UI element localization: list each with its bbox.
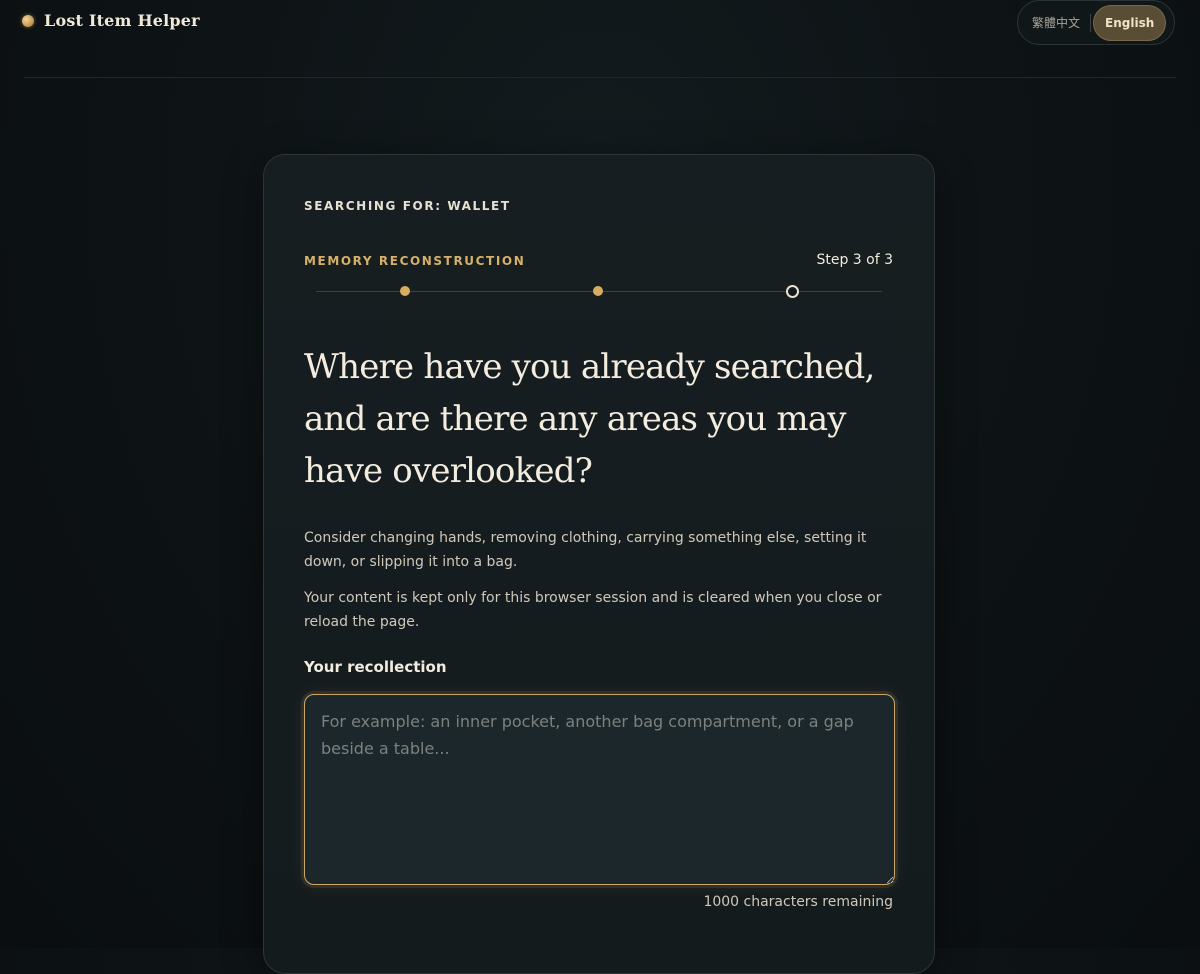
recollection-label: Your recollection [304,658,447,676]
language-option-english[interactable]: English [1093,4,1167,41]
header-divider [24,77,1176,78]
step-indicator: Step 3 of 3 [816,252,893,268]
question-card: SEARCHING FOR: WALLET MEMORY RECONSTRUCT… [263,154,935,974]
brand-name: Lost Item Helper [44,11,200,30]
brand-logo-icon [22,14,34,27]
recollection-textarea[interactable] [304,694,895,885]
progress-step-1-dot [400,286,410,296]
privacy-note: Your content is kept only for this brows… [304,590,882,630]
language-option-traditional-chinese[interactable]: 繁體中文 [1024,5,1088,41]
guidance-text: Consider changing hands, removing clothi… [304,530,867,570]
searching-for-label: SEARCHING FOR: WALLET [304,199,511,213]
language-switcher: 繁體中文 English [1017,0,1175,45]
question-heading: Where have you already searched, and are… [304,347,875,491]
brand[interactable]: Lost Item Helper [22,11,200,30]
section-label: MEMORY RECONSTRUCTION [304,254,526,268]
progress-step-3-current-dot [786,285,799,298]
progress-step-2-dot [593,286,603,296]
characters-remaining-counter: 1000 characters remaining [703,894,893,910]
language-divider [1090,13,1092,32]
top-bar: Lost Item Helper 繁體中文 English [0,0,1200,78]
